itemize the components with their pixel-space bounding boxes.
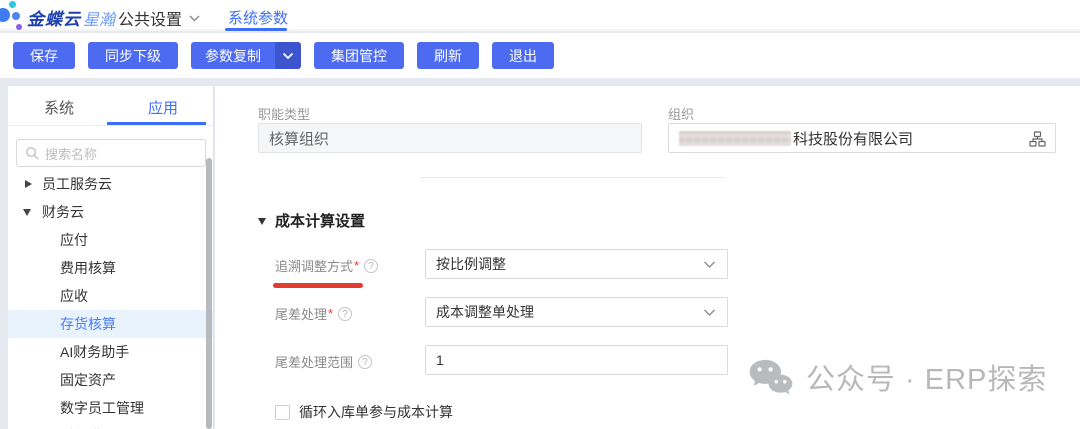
loop-inbound-checkbox-label: 循环入库单参与成本计算 [299, 402, 453, 422]
param-copy-dropdown-toggle[interactable] [275, 42, 301, 69]
annotation-underline [273, 283, 363, 288]
loop-inbound-checkbox-row: 循环入库单参与成本计算 [275, 402, 453, 422]
redacted-text [679, 131, 791, 146]
tree-item-fixed-assets[interactable]: 固定资产 [8, 366, 214, 394]
tree-item-digital-employee[interactable]: 数字员工管理 [8, 394, 214, 422]
tail-diff-range-input[interactable]: 1 [425, 345, 728, 375]
tab-system[interactable]: 系统 [44, 97, 74, 118]
chevron-down-icon [703, 309, 716, 317]
wechat-icon [748, 358, 794, 396]
tab-application[interactable]: 应用 [148, 97, 178, 118]
org-label: 组织 [668, 104, 694, 123]
required-asterisk: * [354, 258, 359, 273]
logo-dot-icon [12, 12, 20, 20]
help-icon[interactable]: ? [364, 259, 378, 273]
param-copy-split-button: 参数复制 [191, 42, 301, 69]
sidebar-active-tab-underline [107, 122, 206, 125]
trace-adjust-value: 按比例调整 [436, 254, 506, 274]
tree-item-expense-accounting[interactable]: 费用核算 [8, 254, 214, 282]
brand-name: 金蝶云星瀚 [27, 5, 115, 30]
brand-primary: 金蝶云 [27, 10, 81, 29]
active-tab-underline [225, 28, 287, 31]
refresh-button[interactable]: 刷新 [417, 42, 479, 69]
org-type-label: 职能类型 [258, 104, 310, 123]
application-tree: 员工服务云 财务云 应付 费用核算 应收 存货核算 AI财务助手 固定资产 数字… [8, 170, 214, 429]
tail-diff-range-value: 1 [436, 352, 444, 368]
tree-item-employee-service-cloud[interactable]: 员工服务云 [8, 170, 214, 198]
tree-item-clipped[interactable]: 财务模型 [8, 422, 214, 429]
chevron-down-icon [189, 15, 200, 22]
tail-diff-range-label-row: 尾差处理范围 ? [275, 352, 372, 371]
search-icon [25, 146, 39, 160]
help-icon[interactable]: ? [358, 355, 372, 369]
tree-item-finance-cloud[interactable]: 财务云 [8, 198, 214, 226]
trace-adjust-label-row: 追溯调整方式* ? [275, 256, 378, 275]
org-value: 科技股份有限公司 [793, 128, 913, 149]
org-type-field: 核算组织 [258, 123, 642, 153]
section-collapse-icon [258, 218, 266, 225]
chevron-down-icon [703, 261, 716, 269]
kingdee-logo: 金蝶云星瀚 [0, 0, 110, 31]
sidebar-panel: 系统 应用 搜索名称 员工服务云 财务云 应付 费用核算 应收 存货核算 AI财… [8, 86, 214, 429]
tree-item-inventory-accounting-selected[interactable]: 存货核算 [8, 310, 214, 338]
collapse-arrow-icon[interactable] [23, 209, 31, 216]
help-icon[interactable]: ? [338, 307, 352, 321]
tab-system-parameters[interactable]: 系统参数 [228, 7, 288, 28]
sidebar-scrollbar[interactable] [206, 158, 212, 429]
section-title: 成本计算设置 [275, 210, 365, 231]
chevron-down-icon [282, 52, 294, 60]
app-window: 金蝶云星瀚 公共设置 系统参数 保存 同步下级 参数复制 集团管控 刷新 退出 … [0, 0, 1080, 429]
tail-diff-label-row: 尾差处理* ? [275, 304, 352, 323]
search-input[interactable]: 搜索名称 [16, 139, 206, 167]
sync-down-button[interactable]: 同步下级 [88, 42, 178, 69]
top-header: 金蝶云星瀚 公共设置 系统参数 [0, 0, 1080, 31]
tail-diff-value: 成本调整单处理 [436, 302, 534, 322]
expand-arrow-icon[interactable] [25, 180, 32, 188]
tail-diff-range-label: 尾差处理范围 [275, 352, 353, 371]
loop-inbound-checkbox[interactable] [275, 405, 290, 420]
org-field[interactable]: 科技股份有限公司 [668, 123, 1056, 153]
org-type-value: 核算组织 [269, 128, 329, 149]
tree-item-accounts-receivable[interactable]: 应收 [8, 282, 214, 310]
watermark-text: 公众号 · ERP探索 [806, 356, 1047, 398]
logo-dot-icon [16, 24, 22, 30]
trace-adjust-label: 追溯调整方式 [275, 256, 353, 275]
tree-item-ai-finance-assistant[interactable]: AI财务助手 [8, 338, 214, 366]
toolbar: 保存 同步下级 参数复制 集团管控 刷新 退出 [0, 33, 1080, 78]
public-settings-menu[interactable]: 公共设置 [118, 6, 200, 30]
brand-secondary: 星瀚 [83, 12, 115, 29]
save-button[interactable]: 保存 [13, 42, 75, 69]
tail-diff-select[interactable]: 成本调整单处理 [425, 297, 728, 327]
exit-button[interactable]: 退出 [492, 42, 554, 69]
logo-dot-icon [9, 1, 16, 8]
tree-item-accounts-payable[interactable]: 应付 [8, 226, 214, 254]
search-placeholder: 搜索名称 [45, 144, 97, 163]
group-control-button[interactable]: 集团管控 [314, 42, 404, 69]
param-copy-button[interactable]: 参数复制 [191, 42, 275, 69]
public-settings-label: 公共设置 [118, 6, 182, 30]
logo-dot-icon [0, 8, 10, 22]
required-asterisk: * [328, 306, 333, 321]
org-chart-icon[interactable] [1029, 131, 1046, 151]
section-divider [420, 177, 726, 178]
sidebar-tabs: 系统 应用 [8, 86, 213, 126]
tail-diff-label: 尾差处理 [275, 304, 327, 323]
watermark: 公众号 · ERP探索 [748, 356, 1047, 398]
trace-adjust-select[interactable]: 按比例调整 [425, 249, 728, 279]
cost-calc-section-header[interactable]: 成本计算设置 [258, 210, 365, 231]
